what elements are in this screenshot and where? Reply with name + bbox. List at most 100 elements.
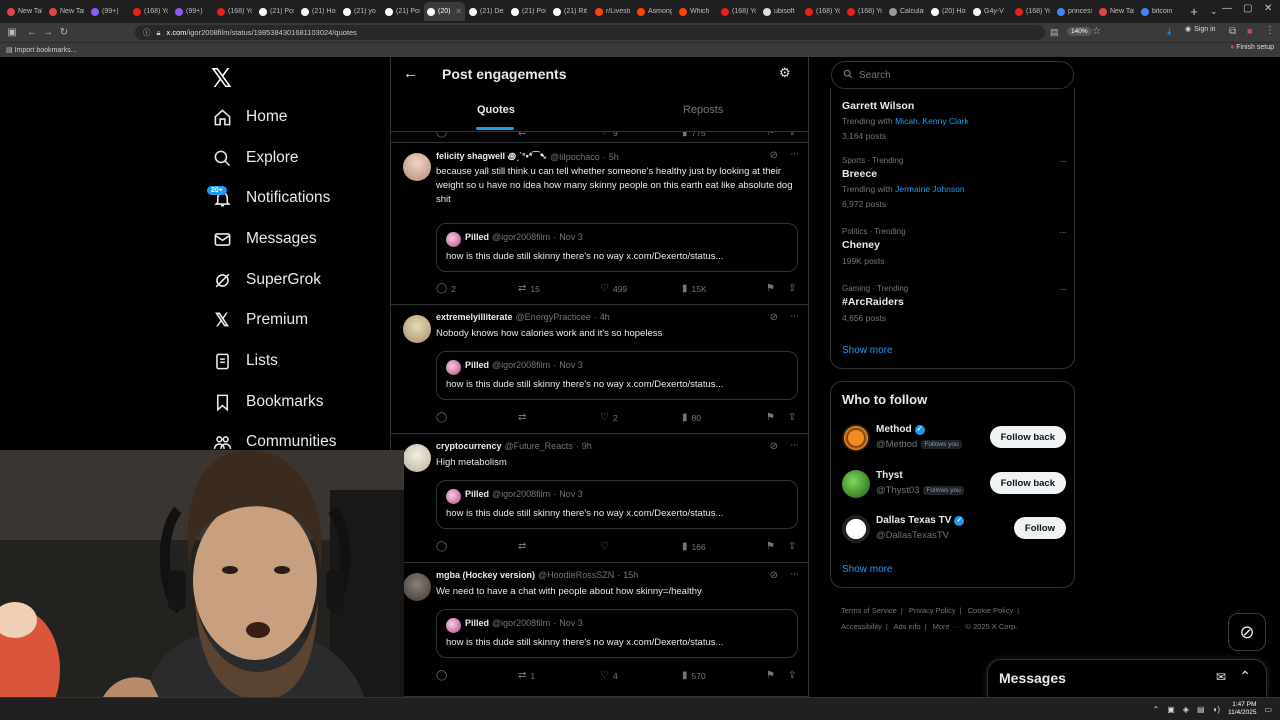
back-button[interactable]: ←	[403, 65, 418, 82]
bookmark-button[interactable]: ⚑	[766, 283, 775, 294]
footer-link[interactable]: Terms of Service	[841, 606, 897, 615]
sign-in-button[interactable]: ◉ Sign in	[1185, 25, 1216, 34]
follow-suggestion[interactable]: Thyst @Thyst03 Follows you Follow back	[842, 470, 1066, 500]
browser-tab[interactable]: G4y-V	[970, 2, 1011, 21]
repost-button[interactable]: ⇄	[518, 412, 530, 423]
nav-messages[interactable]: Messages	[212, 229, 317, 249]
browser-tab[interactable]: (168) YouTube	[130, 2, 171, 21]
browser-tab[interactable]: (168) YouTube	[844, 2, 885, 21]
reader-mode-icon[interactable]: ▤	[1050, 27, 1059, 38]
share-button[interactable]: ⇪	[788, 670, 796, 681]
quoted-post[interactable]: Pilled @igor2008film · Nov 3 how is this du…	[436, 480, 798, 529]
nav-explore[interactable]: Explore	[212, 148, 299, 168]
show-more-follow-link[interactable]: Show more	[842, 564, 893, 575]
browser-tab[interactable]: princess	[1054, 2, 1095, 21]
search-input[interactable]: Search	[831, 61, 1074, 89]
browser-tab[interactable]: (21) Rit	[550, 2, 591, 21]
repost-button[interactable]: ⇄ 15	[518, 283, 540, 294]
browser-tab[interactable]: (21) yo	[340, 2, 381, 21]
browser-tab[interactable]: (99+)	[88, 2, 129, 21]
back-nav-button[interactable]: ←	[24, 27, 40, 38]
browser-tab[interactable]: New Tab	[4, 2, 45, 21]
avatar[interactable]	[842, 470, 870, 498]
browser-tab[interactable]: (168) YouTube	[214, 2, 255, 21]
tray-overflow-icon[interactable]: ⌃	[1153, 705, 1160, 714]
author-handle[interactable]: @Future_Reacts	[505, 441, 573, 451]
footer-link[interactable]: Ads info	[893, 622, 920, 631]
follow-back-button[interactable]: Follow back	[989, 426, 1066, 448]
author-handle[interactable]: @HoodieRossSZN	[538, 570, 614, 580]
tab-quotes[interactable]: Quotes	[477, 104, 515, 116]
grok-explain-icon[interactable]: ⊘	[770, 570, 778, 581]
footer-link[interactable]: Accessibility	[841, 622, 882, 631]
like-button[interactable]: ♡ 2	[600, 412, 618, 423]
repost-button[interactable]: ⇄ 1	[518, 670, 535, 681]
nav-bookmarks[interactable]: Bookmarks	[212, 392, 324, 412]
grok-explain-icon[interactable]: ⊘	[770, 150, 778, 161]
browser-tab[interactable]: Calculator	[886, 2, 927, 21]
follow-suggestion[interactable]: Method ✓ @Method Follows you Follow back	[842, 424, 1066, 454]
system-clock[interactable]: 1:47 PM 11/4/2025	[1228, 701, 1256, 717]
browser-tab[interactable]: (21) Post	[382, 2, 423, 21]
footer-link[interactable]: Privacy Policy	[909, 606, 956, 615]
views-button[interactable]: ▮ 570	[682, 670, 706, 681]
compose-message-icon[interactable]: ✉	[1216, 670, 1226, 684]
share-button[interactable]: ⇪	[788, 283, 796, 294]
url-field[interactable]: ⓘ 🔒︎ x.com/igor2008film/status/198538430…	[135, 25, 1045, 40]
reload-button[interactable]: ↻	[56, 27, 72, 38]
author-name[interactable]: extremelyilliterate	[436, 312, 513, 322]
more-options-icon[interactable]: ···	[1059, 284, 1067, 295]
new-tab-button[interactable]: +	[1184, 4, 1204, 19]
messages-drawer[interactable]: Messages ✉ ⌃	[987, 659, 1267, 697]
browser-tab[interactable]: (99+)	[172, 2, 213, 21]
avatar[interactable]	[403, 444, 431, 472]
network-icon[interactable]: ▤	[1197, 705, 1205, 714]
trend-item[interactable]: Gaming · Trending #ArcRaiders 4,656 post…	[842, 284, 1067, 323]
author-name[interactable]: mgba (Hockey version)	[436, 570, 535, 580]
bookmark-button[interactable]: ⚑	[766, 412, 775, 423]
repost-button[interactable]: ⇄	[518, 541, 530, 552]
trend-item[interactable]: Garrett Wilson Trending with Micah, Kenn…	[842, 97, 1066, 141]
views-button[interactable]: ▮ 166	[682, 541, 706, 552]
grok-explain-icon[interactable]: ⊘	[770, 441, 778, 452]
minimize-button[interactable]: —	[1222, 3, 1232, 14]
close-window-button[interactable]: ✕	[1264, 3, 1272, 14]
avatar[interactable]	[403, 153, 431, 181]
browser-tab[interactable]: (168) YouTube	[802, 2, 843, 21]
more-options-icon[interactable]: ···	[790, 439, 799, 451]
reply-button[interactable]: ◯	[436, 541, 451, 552]
quoted-post[interactable]: Pilled @igor2008film · Nov 3 how is this du…	[436, 609, 798, 658]
views-button[interactable]: ▮ 15K	[682, 283, 707, 294]
more-options-icon[interactable]: ···	[1059, 156, 1067, 167]
reply-button[interactable]: ◯ 2	[436, 283, 456, 294]
quote-tweet[interactable]: felicity shagwell ꩜ˏˋ°•*⁀➷ @liIpochaco ·…	[391, 143, 808, 305]
author-name[interactable]: felicity shagwell ꩜ˏˋ°•*⁀➷	[436, 150, 547, 163]
forward-nav-button[interactable]: →	[40, 27, 56, 38]
show-more-trends-link[interactable]: Show more	[842, 345, 893, 356]
more-options-icon[interactable]: ···	[790, 310, 799, 322]
browser-tab[interactable]: Which	[676, 2, 717, 21]
bookmark-button[interactable]: ⚑	[766, 541, 775, 552]
views-button[interactable]: ▮ 80	[682, 412, 701, 423]
quote-tweet[interactable]: extremelyilliterate @EnergyPracticee · 4…	[391, 305, 808, 434]
follow-back-button[interactable]: Follow back	[989, 472, 1066, 494]
nav-supergrok[interactable]: SuperGrok	[212, 270, 321, 290]
bookmark-button[interactable]: ⚑	[766, 670, 775, 681]
browser-tab[interactable]: (21) Post	[256, 2, 297, 21]
more-options-icon[interactable]: ···	[1059, 227, 1067, 238]
like-button[interactable]: ♡ 499	[600, 283, 627, 294]
trend-with-names[interactable]: Jermaine Johnson	[895, 184, 964, 194]
like-button[interactable]: ♡ 4	[600, 670, 618, 681]
downloads-icon[interactable]: ⤓	[1167, 26, 1171, 37]
browser-tab[interactable]: ubisoft	[760, 2, 801, 21]
reply-button[interactable]: ◯	[436, 412, 451, 423]
maximize-button[interactable]: ▢	[1243, 3, 1252, 14]
filter-settings-icon[interactable]: ⚙︎	[779, 65, 791, 81]
avatar[interactable]	[842, 424, 870, 452]
post-time[interactable]: 9h	[582, 441, 592, 451]
nav-lists[interactable]: Lists	[212, 351, 278, 371]
browser-tab[interactable]: (21) Post	[508, 2, 549, 21]
tray-app-icon[interactable]: ◈	[1183, 705, 1189, 714]
nav-notifications[interactable]: Notifications	[212, 188, 330, 208]
quote-tweet[interactable]: mgba (Hockey version) @HoodieRossSZN · 1…	[391, 563, 808, 697]
